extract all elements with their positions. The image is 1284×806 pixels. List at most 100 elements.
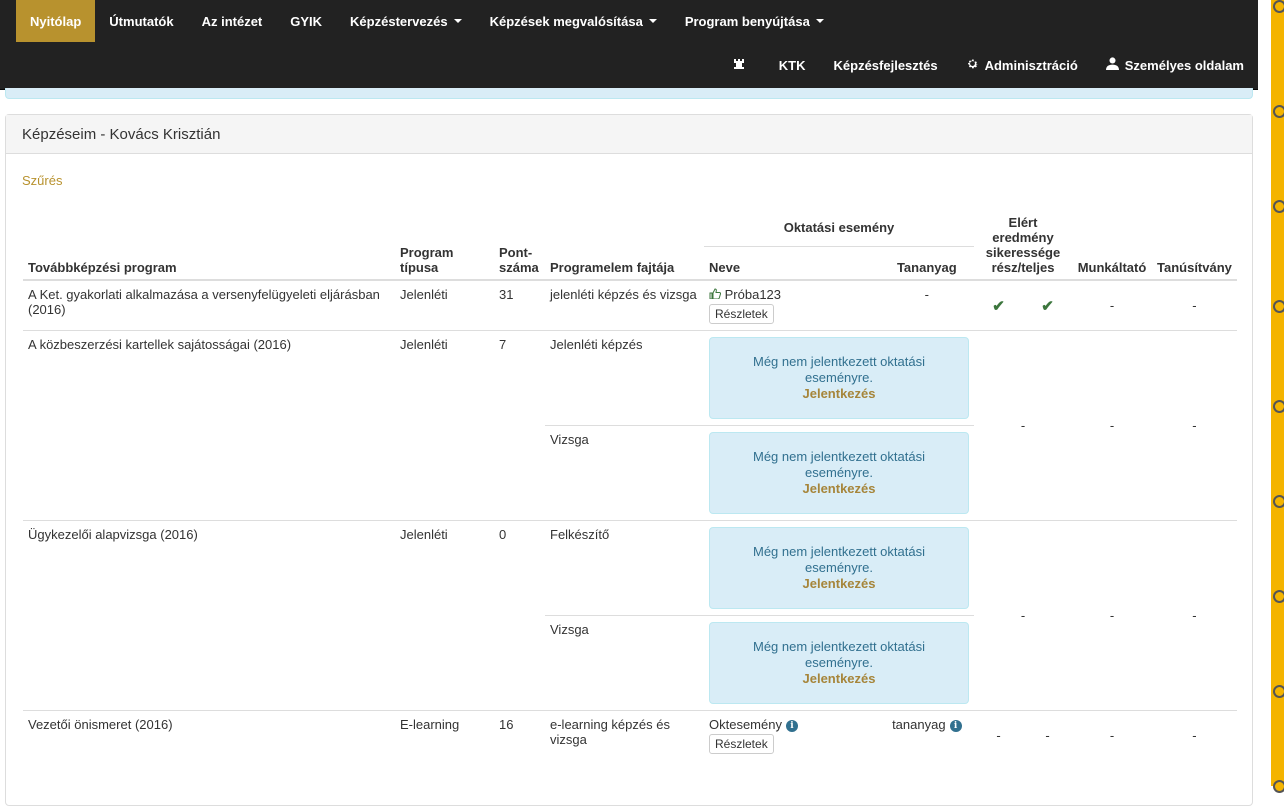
- alert-text: Még nem jelentkezett oktatási eseményre.: [753, 449, 925, 480]
- certificate-value: -: [1152, 520, 1237, 711]
- binder-ring-icon: [1273, 200, 1284, 213]
- nav-item-kepzesfejlesztes[interactable]: Képzésfejlesztés: [820, 58, 952, 73]
- binder-ring-icon: [1273, 495, 1284, 508]
- nav-item-label: Nyitólap: [30, 13, 82, 29]
- material-value[interactable]: tananyag: [892, 717, 946, 732]
- trainings-panel: Képzéseim - Kovács Krisztián Szűrés Tová…: [5, 114, 1253, 806]
- result-part: -: [974, 710, 1023, 760]
- page-gutter: [1258, 0, 1271, 786]
- col-header-result: Elért eredmény sikeressége rész/teljes: [974, 211, 1072, 281]
- binder-ring-icon: [1273, 300, 1284, 313]
- event-name[interactable]: Oktesemény: [709, 717, 782, 732]
- event-cell: Még nem jelentkezett oktatási eseményre.…: [704, 330, 974, 426]
- nav-item-rook[interactable]: [719, 58, 765, 73]
- nav-item-ktk[interactable]: KTK: [765, 58, 820, 73]
- alert-text: Még nem jelentkezett oktatási eseményre.: [753, 639, 925, 670]
- event-cell: Még nem jelentkezett oktatási eseményre.…: [704, 425, 974, 521]
- nav-item-1[interactable]: Útmutatók: [95, 0, 187, 42]
- program-element: e-learning képzés és vizsga: [545, 710, 704, 760]
- not-registered-alert: Még nem jelentkezett oktatási eseményre.…: [709, 337, 969, 419]
- register-link[interactable]: Jelentkezés: [803, 671, 876, 686]
- nav-item-4[interactable]: Képzéstervezés: [336, 0, 476, 42]
- employer-value: -: [1072, 330, 1152, 521]
- details-button[interactable]: Részletek: [709, 304, 774, 324]
- nav-item-label: Útmutatók: [109, 13, 174, 29]
- nav-item-0[interactable]: Nyitólap: [16, 0, 96, 42]
- binder-ring-icon: [1273, 685, 1284, 698]
- panel-title: Képzéseim - Kovács Krisztián: [6, 115, 1252, 154]
- employer-value: -: [1072, 279, 1152, 331]
- program-name: A Ket. gyakorlati alkalmazása a versenyf…: [23, 279, 395, 331]
- event-cell: Még nem jelentkezett oktatási eseményre.…: [704, 520, 974, 616]
- secondary-nav: KTK Képzésfejlesztés Adminisztráció Szem…: [719, 48, 1258, 82]
- nav-item-label: Az intézet: [201, 13, 263, 29]
- program-element: Felkészítő: [545, 520, 704, 616]
- not-registered-alert: Még nem jelentkezett oktatási eseményre.…: [709, 527, 969, 609]
- material-value: -: [879, 279, 974, 331]
- col-header-event-name: Neve: [704, 246, 880, 281]
- binder-ring-icon: [1273, 400, 1284, 413]
- thumbs-up-icon: [709, 287, 725, 302]
- nav-item-label: GYIK: [290, 13, 323, 29]
- result-value: -: [974, 330, 1072, 521]
- binder-ring-icon: [1273, 780, 1284, 793]
- program-points: 31: [494, 279, 545, 331]
- nav-item-szemelyes-oldalam[interactable]: Személyes oldalam: [1092, 57, 1258, 73]
- nav-item-adminisztracio[interactable]: Adminisztráció: [952, 57, 1092, 73]
- col-header-material: Tananyag: [879, 246, 974, 281]
- alert-text: Még nem jelentkezett oktatási eseményre.: [753, 544, 925, 575]
- result-part: ✔: [974, 279, 1023, 331]
- register-link[interactable]: Jelentkezés: [803, 481, 876, 496]
- program-points: 0: [494, 520, 545, 711]
- register-link[interactable]: Jelentkezés: [803, 386, 876, 401]
- event-cell: Próba123 Részletek: [704, 279, 880, 331]
- col-header-type: Program típusa: [395, 211, 494, 281]
- header-row-top: Továbbképzési program Program típusa Pon…: [23, 211, 1237, 281]
- nav-item-2[interactable]: Az intézet: [188, 0, 277, 42]
- program-type: E-learning: [395, 710, 494, 760]
- rook-icon: [733, 58, 751, 73]
- info-icon[interactable]: i: [949, 719, 962, 732]
- gear-icon: [966, 57, 985, 73]
- user-icon: [1105, 57, 1125, 73]
- certificate-value: -: [1152, 710, 1237, 760]
- table-row: Vezetői önismeret (2016) E-learning 16 e…: [23, 710, 1237, 760]
- event-cell: Oktesemény i Részletek: [704, 710, 880, 760]
- filter-link[interactable]: Szűrés: [22, 173, 62, 188]
- col-header-program: Továbbképzési program: [23, 211, 395, 281]
- alert-text: Még nem jelentkezett oktatási eseményre.: [753, 354, 925, 385]
- caret-down-icon: [453, 19, 462, 23]
- col-header-employer: Munkáltató: [1072, 211, 1152, 281]
- top-navbar: Nyitólap Útmutatók Az intézet GYIK Képzéster…: [0, 0, 1258, 90]
- nav-item-label: Személyes oldalam: [1124, 57, 1244, 73]
- col-header-certificate: Tanúsítvány: [1152, 211, 1237, 281]
- details-button[interactable]: Részletek: [709, 734, 774, 754]
- material-cell: tananyag i: [879, 710, 974, 760]
- table-row: A Ket. gyakorlati alkalmazása a versenyf…: [23, 279, 1237, 331]
- col-header-points: Pont-száma: [494, 211, 545, 281]
- program-points: 16: [494, 710, 545, 760]
- nav-item-6[interactable]: Program benyújtása: [671, 0, 838, 42]
- nav-item-5[interactable]: Képzések megvalósítása: [476, 0, 671, 42]
- col-header-element: Programelem fajtája: [545, 211, 704, 281]
- certificate-value: -: [1152, 279, 1237, 331]
- not-registered-alert: Még nem jelentkezett oktatási eseményre.…: [709, 622, 969, 704]
- info-icon[interactable]: i: [785, 719, 798, 732]
- nav-item-label: Képzések megvalósítása: [489, 13, 643, 29]
- nav-item-label: Program benyújtása: [684, 13, 810, 29]
- primary-nav: Nyitólap Útmutatók Az intézet GYIK Képzéster…: [16, 0, 838, 42]
- nav-item-3[interactable]: GYIK: [276, 0, 336, 42]
- register-link[interactable]: Jelentkezés: [803, 576, 876, 591]
- info-alert-strip: [5, 88, 1253, 99]
- checkmark-icon: ✔: [1041, 297, 1054, 315]
- nav-item-label: Adminisztráció: [984, 57, 1078, 73]
- program-name: Vezetői önismeret (2016): [23, 710, 395, 760]
- program-element: jelenléti képzés és vizsga: [545, 279, 704, 331]
- result-value: -: [974, 520, 1072, 711]
- program-element: Vizsga: [545, 425, 704, 521]
- program-element: Jelenléti képzés: [545, 330, 704, 426]
- table-row: A közbeszerzési kartellek sajátosságai (…: [23, 330, 1237, 521]
- event-name[interactable]: Próba123: [725, 287, 781, 302]
- binder-ring-icon: [1273, 105, 1284, 118]
- binder-ring-icon: [1273, 0, 1284, 13]
